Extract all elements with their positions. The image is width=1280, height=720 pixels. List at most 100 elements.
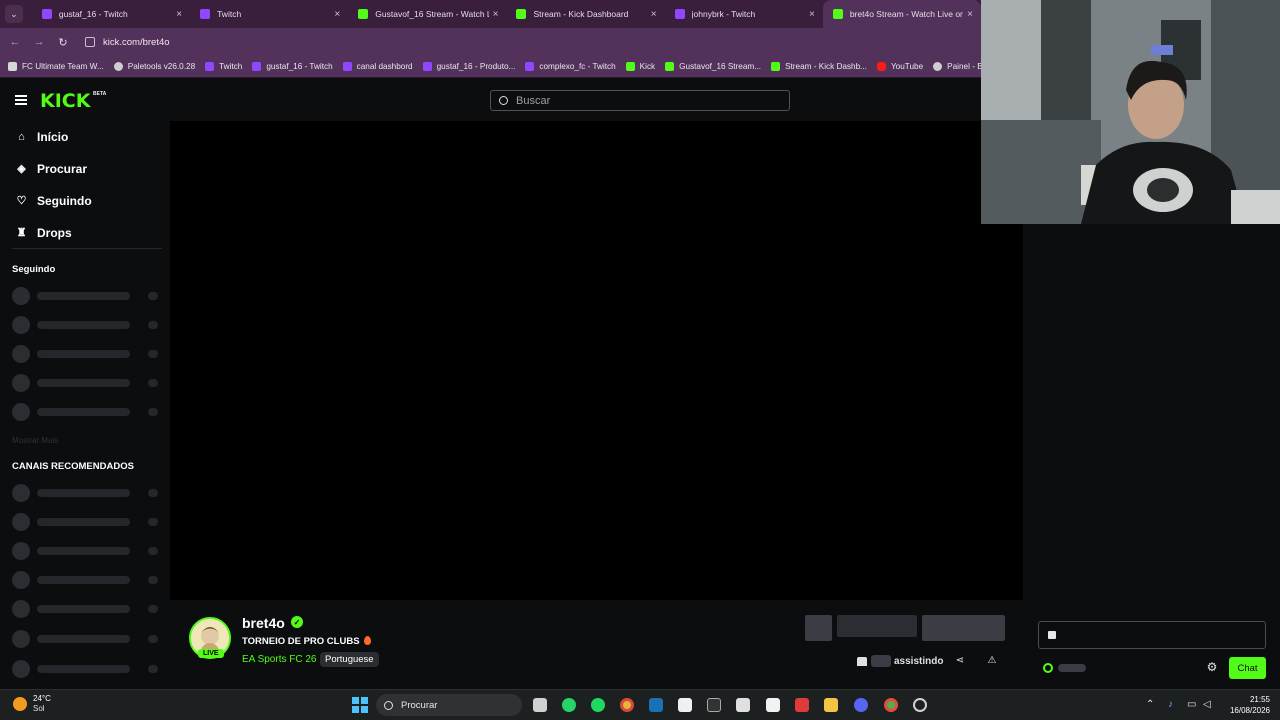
channel-placeholder — [12, 484, 162, 502]
bookmark[interactable]: Paletools v26.0.28 — [113, 62, 195, 71]
kick-points-icon[interactable] — [1043, 663, 1053, 673]
clock-time: 21:55 — [1249, 695, 1270, 704]
channel-placeholder — [12, 571, 162, 589]
points-placeholder — [1058, 664, 1086, 672]
bookmark[interactable]: complexo_fc - Twitch — [525, 62, 616, 71]
webcam-image — [981, 0, 1280, 224]
whatsapp-icon[interactable] — [562, 698, 576, 712]
twitch-icon — [525, 62, 535, 71]
file-explorer-icon[interactable] — [824, 698, 838, 712]
epic-games-icon[interactable] — [707, 698, 721, 712]
bookmark[interactable]: Gustavof_16 Stream... — [665, 62, 761, 71]
kick-logo[interactable]: KICK — [40, 90, 90, 112]
bookmark[interactable]: Stream - Kick Dashb... — [771, 62, 867, 71]
store-icon[interactable] — [766, 698, 780, 712]
reload-icon[interactable]: ↻ — [51, 36, 75, 49]
close-icon[interactable]: × — [493, 9, 499, 20]
volume-icon[interactable]: ◁ — [1203, 699, 1211, 710]
sidebar-item-home[interactable]: ⌂ Início — [16, 130, 68, 144]
app-red-icon[interactable] — [795, 698, 809, 712]
stream-title: TORNEIO DE PRO CLUBS — [242, 636, 371, 647]
url-field[interactable]: kick.com/bret4o — [85, 37, 170, 48]
browser-tab[interactable]: Gustavof_16 Stream - Watch Li × — [348, 0, 506, 28]
browser-tab-bar: ⌄ gustaf_16 - Twitch × Twitch × Gustavof… — [0, 0, 982, 28]
bookmark-label: gustaf_16 - Produto... — [436, 62, 516, 71]
follow-button-placeholder[interactable] — [922, 615, 1005, 641]
stream-category[interactable]: EA Sports FC 26 — [242, 654, 316, 665]
channel-name[interactable]: bret4o — [242, 615, 285, 631]
weather-sun-icon[interactable] — [13, 697, 27, 711]
recommended-heading: CANAIS RECOMENDADOS — [12, 461, 134, 472]
spotify-icon[interactable] — [591, 698, 605, 712]
browser-tab[interactable]: Stream - Kick Dashboard × — [506, 0, 664, 28]
close-icon[interactable]: × — [651, 9, 657, 20]
bookmark[interactable]: YouTube — [876, 62, 924, 71]
sidebar-item-drops[interactable]: ♜ Drops — [16, 226, 72, 240]
action-button-placeholder[interactable] — [837, 615, 917, 637]
bookmark-label: Stream - Kick Dashb... — [785, 62, 867, 71]
discord-icon[interactable] — [854, 698, 868, 712]
video-player[interactable] — [170, 121, 1023, 600]
close-icon[interactable]: × — [809, 9, 815, 20]
twitch-icon — [205, 62, 215, 71]
browser-tab-active[interactable]: bret4o Stream - Watch Live on × — [822, 0, 982, 28]
report-icon[interactable]: ⚠ — [987, 656, 997, 666]
chrome-icon[interactable] — [620, 698, 634, 712]
close-icon[interactable]: × — [967, 9, 973, 20]
globe-icon — [113, 62, 123, 71]
viewers-label: assistindo — [894, 655, 944, 667]
chrome-profile-icon[interactable] — [884, 698, 898, 712]
browser-tab[interactable]: gustaf_16 - Twitch × — [32, 0, 190, 28]
weather-condition: Sol — [33, 704, 45, 713]
site-info-icon[interactable] — [85, 37, 95, 47]
obs-icon[interactable] — [913, 698, 927, 712]
live-badge: LIVE — [198, 649, 224, 658]
language-tag[interactable]: Portuguese — [320, 652, 379, 667]
close-icon[interactable]: × — [176, 9, 182, 20]
tray-overflow-icon[interactable]: ⌃ — [1146, 699, 1154, 710]
display-icon[interactable]: ▭ — [1187, 699, 1196, 710]
kick-icon — [625, 62, 635, 71]
browser-tab[interactable]: johnybrk - Twitch × — [665, 0, 823, 28]
share-icon[interactable]: ⋖ — [955, 656, 965, 666]
bookmark[interactable]: canal dashbord — [342, 62, 413, 71]
bookmark-label: YouTube — [890, 62, 924, 71]
address-bar: ← → ↻ kick.com/bret4o — [0, 28, 981, 56]
kick-icon — [832, 9, 843, 19]
bookmark[interactable]: Painel - Bah! — [933, 62, 981, 71]
bookmark[interactable]: Kick — [625, 62, 655, 71]
sidebar-item-label: Seguindo — [37, 194, 92, 208]
sidebar-item-browse[interactable]: ◈ Procurar — [16, 162, 87, 176]
forward-icon[interactable]: → — [27, 36, 51, 48]
steam-icon[interactable] — [649, 698, 663, 712]
hamburger-menu-icon[interactable] — [15, 95, 27, 105]
bookmark-label: gustaf_16 - Twitch — [266, 62, 333, 71]
search-placeholder: Buscar — [516, 94, 551, 107]
chat-send-button[interactable]: Chat — [1229, 657, 1266, 679]
bookmark[interactable]: gustaf_16 - Produto... — [422, 62, 516, 71]
gear-icon[interactable]: ⚙ — [1206, 661, 1218, 673]
microphone-icon[interactable]: ♪ — [1168, 699, 1173, 710]
browser-tab[interactable]: Twitch × — [190, 0, 348, 28]
action-button-placeholder[interactable] — [805, 615, 832, 641]
back-icon[interactable]: ← — [3, 36, 27, 48]
heart-icon: ♡ — [16, 194, 27, 207]
taskbar-search-placeholder: Procurar — [401, 699, 438, 711]
taskbar-search[interactable]: Procurar — [376, 694, 522, 716]
bookmark[interactable]: FC Ultimate Team W... — [8, 62, 104, 71]
capcut-icon[interactable] — [678, 698, 692, 712]
tab-search-menu-button[interactable]: ⌄ — [5, 5, 23, 23]
close-icon[interactable]: × — [334, 9, 340, 20]
channel-placeholder — [12, 345, 162, 363]
bookmark[interactable]: gustaf_16 - Twitch — [252, 62, 333, 71]
show-more-link[interactable]: Mostrar Mais — [12, 436, 58, 445]
sidebar-item-following[interactable]: ♡ Seguindo — [16, 194, 92, 208]
system-clock[interactable]: 21:55 16/08/2026 — [1226, 694, 1270, 716]
chat-input[interactable] — [1038, 621, 1266, 649]
start-button[interactable] — [352, 697, 368, 713]
twitch-icon — [342, 62, 352, 71]
search-input[interactable]: Buscar — [490, 90, 790, 111]
task-view-icon[interactable] — [533, 698, 547, 712]
app-icon[interactable] — [736, 698, 750, 712]
bookmark[interactable]: Twitch — [205, 62, 242, 71]
